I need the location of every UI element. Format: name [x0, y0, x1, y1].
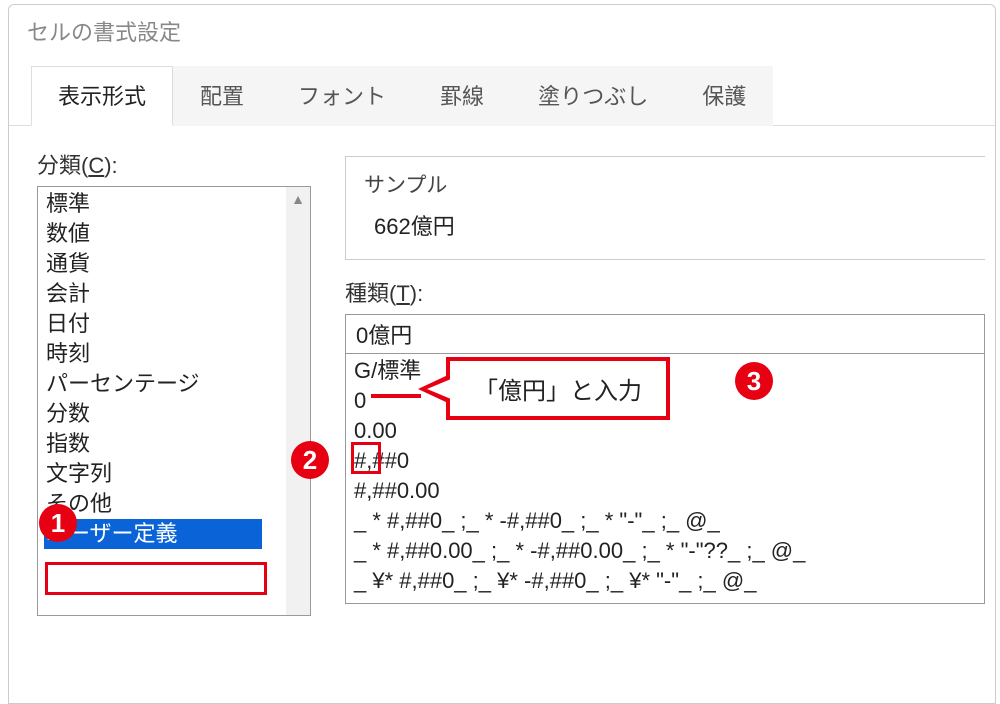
category-item[interactable]: 会計 [44, 279, 310, 309]
format-row[interactable]: #,##0.00 [354, 476, 984, 506]
category-item[interactable]: 時刻 [44, 339, 310, 369]
annotation-underline [371, 394, 421, 398]
category-item[interactable]: 数値 [44, 219, 310, 249]
format-row[interactable]: 0.00 [354, 416, 984, 446]
category-item[interactable]: 文字列 [44, 459, 310, 489]
category-item[interactable]: 指数 [44, 429, 310, 459]
format-row[interactable]: _ * #,##0.00_ ;_ * -#,##0.00_ ;_ * "-"??… [354, 536, 984, 566]
category-item-selected[interactable]: ユーザー定義 [44, 519, 262, 549]
tab-number-format[interactable]: 表示形式 [31, 66, 173, 126]
type-label: 種類(T): [345, 276, 985, 308]
sample-box: サンプル 662億円 [345, 156, 985, 260]
annotation-callout: 「億円」と入力 [446, 357, 670, 420]
tab-fill[interactable]: 塗りつぶし [511, 66, 675, 126]
tab-border[interactable]: 罫線 [413, 66, 511, 126]
sample-value: 662億円 [364, 209, 967, 241]
scroll-up-icon[interactable]: ▲ [286, 187, 310, 211]
format-row[interactable]: #,##0 [354, 446, 984, 476]
tab-alignment[interactable]: 配置 [173, 66, 271, 126]
category-item[interactable]: 標準 [44, 189, 310, 219]
category-item[interactable]: その他 [44, 489, 310, 519]
category-listbox[interactable]: 標準 数値 通貨 会計 日付 時刻 パーセンテージ 分数 指数 文字列 その他 … [37, 186, 311, 616]
tab-font[interactable]: フォント [271, 66, 413, 126]
tab-bar: 表示形式 配置 フォント 罫線 塗りつぶし 保護 [9, 65, 995, 126]
category-label: 分類(C): [37, 148, 315, 180]
category-item[interactable]: パーセンテージ [44, 369, 310, 399]
category-item[interactable]: 通貨 [44, 249, 310, 279]
dialog-title: セルの書式設定 [9, 5, 995, 65]
category-scrollbar[interactable]: ▲ [286, 187, 310, 615]
format-row[interactable]: _ ¥* #,##0_ ;_ ¥* -#,##0_ ;_ ¥* "-"_ ;_ … [354, 566, 984, 596]
format-cells-dialog: セルの書式設定 表示形式 配置 フォント 罫線 塗りつぶし 保護 分類(C): … [8, 4, 996, 704]
type-input[interactable] [345, 314, 985, 354]
format-row[interactable]: _ * #,##0_ ;_ * -#,##0_ ;_ * "-"_ ;_ @_ [354, 506, 984, 536]
callout-tail-inner-icon [427, 379, 451, 399]
category-item[interactable]: 日付 [44, 309, 310, 339]
tab-protection[interactable]: 保護 [675, 66, 773, 126]
sample-label: サンプル [364, 169, 967, 199]
category-item[interactable]: 分数 [44, 399, 310, 429]
